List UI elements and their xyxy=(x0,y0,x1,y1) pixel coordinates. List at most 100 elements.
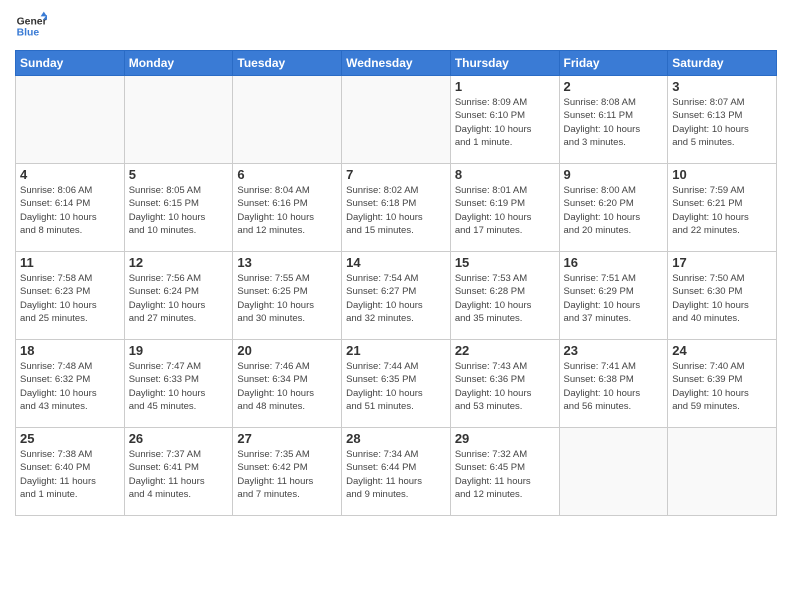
logo: General Blue xyxy=(15,10,47,42)
day-info: Sunrise: 7:56 AM Sunset: 6:24 PM Dayligh… xyxy=(129,272,229,325)
weekday-header-sunday: Sunday xyxy=(16,51,125,76)
day-number: 24 xyxy=(672,343,772,358)
calendar-cell: 19 Sunrise: 7:47 AM Sunset: 6:33 PM Dayli… xyxy=(124,340,233,428)
day-number: 16 xyxy=(564,255,664,270)
calendar-cell: 22 Sunrise: 7:43 AM Sunset: 6:36 PM Dayli… xyxy=(450,340,559,428)
calendar-cell: 23Sunrise: 7:41 AM Sunset: 6:38 PM Dayli… xyxy=(559,340,668,428)
week-row-3: 18Sunrise: 7:48 AM Sunset: 6:32 PM Dayli… xyxy=(16,340,777,428)
day-info: Sunrise: 7:54 AM Sunset: 6:27 PM Dayligh… xyxy=(346,272,446,325)
calendar-cell: 12 Sunrise: 7:56 AM Sunset: 6:24 PM Dayli… xyxy=(124,252,233,340)
calendar-cell: 15 Sunrise: 7:53 AM Sunset: 6:28 PM Dayli… xyxy=(450,252,559,340)
day-info: Sunrise: 7:51 AM Sunset: 6:29 PM Dayligh… xyxy=(564,272,664,325)
calendar-table: SundayMondayTuesdayWednesdayThursdayFrid… xyxy=(15,50,777,516)
day-number: 27 xyxy=(237,431,337,446)
calendar-cell: 11 Sunrise: 7:58 AM Sunset: 6:23 PM Dayli… xyxy=(16,252,125,340)
calendar-cell: 17 Sunrise: 7:50 AM Sunset: 6:30 PM Dayli… xyxy=(668,252,777,340)
day-info: Sunrise: 8:00 AM Sunset: 6:20 PM Dayligh… xyxy=(564,184,664,237)
day-number: 20 xyxy=(237,343,337,358)
calendar-cell: 20 Sunrise: 7:46 AM Sunset: 6:34 PM Dayli… xyxy=(233,340,342,428)
calendar-cell: 26 Sunrise: 7:37 AM Sunset: 6:41 PM Dayli… xyxy=(124,428,233,516)
day-info: Sunrise: 8:09 AM Sunset: 6:10 PM Dayligh… xyxy=(455,96,555,149)
day-number: 17 xyxy=(672,255,772,270)
day-info: Sunrise: 8:06 AM Sunset: 6:14 PM Dayligh… xyxy=(20,184,120,237)
calendar-cell xyxy=(16,76,125,164)
day-number: 1 xyxy=(455,79,555,94)
day-number: 29 xyxy=(455,431,555,446)
weekday-header-monday: Monday xyxy=(124,51,233,76)
day-number: 8 xyxy=(455,167,555,182)
day-number: 12 xyxy=(129,255,229,270)
day-info: Sunrise: 7:38 AM Sunset: 6:40 PM Dayligh… xyxy=(20,448,120,501)
calendar-cell: 8 Sunrise: 8:01 AM Sunset: 6:19 PM Daylig… xyxy=(450,164,559,252)
day-number: 9 xyxy=(564,167,664,182)
day-number: 26 xyxy=(129,431,229,446)
calendar-cell: 16 Sunrise: 7:51 AM Sunset: 6:29 PM Dayli… xyxy=(559,252,668,340)
calendar-cell: 24 Sunrise: 7:40 AM Sunset: 6:39 PM Dayli… xyxy=(668,340,777,428)
day-info: Sunrise: 7:50 AM Sunset: 6:30 PM Dayligh… xyxy=(672,272,772,325)
calendar-cell: 28Sunrise: 7:34 AM Sunset: 6:44 PM Dayli… xyxy=(342,428,451,516)
day-info: Sunrise: 7:47 AM Sunset: 6:33 PM Dayligh… xyxy=(129,360,229,413)
day-info: Sunrise: 8:04 AM Sunset: 6:16 PM Dayligh… xyxy=(237,184,337,237)
calendar-cell: 21Sunrise: 7:44 AM Sunset: 6:35 PM Dayli… xyxy=(342,340,451,428)
day-number: 11 xyxy=(20,255,120,270)
week-row-4: 25 Sunrise: 7:38 AM Sunset: 6:40 PM Dayli… xyxy=(16,428,777,516)
day-info: Sunrise: 8:05 AM Sunset: 6:15 PM Dayligh… xyxy=(129,184,229,237)
day-number: 19 xyxy=(129,343,229,358)
day-info: Sunrise: 7:43 AM Sunset: 6:36 PM Dayligh… xyxy=(455,360,555,413)
day-info: Sunrise: 7:40 AM Sunset: 6:39 PM Dayligh… xyxy=(672,360,772,413)
logo-icon: General Blue xyxy=(15,10,47,42)
day-info: Sunrise: 7:58 AM Sunset: 6:23 PM Dayligh… xyxy=(20,272,120,325)
day-number: 22 xyxy=(455,343,555,358)
week-row-1: 4Sunrise: 8:06 AM Sunset: 6:14 PM Daylig… xyxy=(16,164,777,252)
calendar-cell: 29Sunrise: 7:32 AM Sunset: 6:45 PM Dayli… xyxy=(450,428,559,516)
day-info: Sunrise: 8:07 AM Sunset: 6:13 PM Dayligh… xyxy=(672,96,772,149)
calendar-cell: 5 Sunrise: 8:05 AM Sunset: 6:15 PM Daylig… xyxy=(124,164,233,252)
weekday-header-row: SundayMondayTuesdayWednesdayThursdayFrid… xyxy=(16,51,777,76)
day-info: Sunrise: 7:35 AM Sunset: 6:42 PM Dayligh… xyxy=(237,448,337,501)
day-number: 15 xyxy=(455,255,555,270)
calendar-cell xyxy=(559,428,668,516)
day-info: Sunrise: 7:59 AM Sunset: 6:21 PM Dayligh… xyxy=(672,184,772,237)
calendar-cell: 27 Sunrise: 7:35 AM Sunset: 6:42 PM Dayli… xyxy=(233,428,342,516)
day-number: 23 xyxy=(564,343,664,358)
weekday-header-thursday: Thursday xyxy=(450,51,559,76)
week-row-2: 11 Sunrise: 7:58 AM Sunset: 6:23 PM Dayli… xyxy=(16,252,777,340)
page: General Blue SundayMondayTuesdayWednesda… xyxy=(0,0,792,612)
day-info: Sunrise: 7:46 AM Sunset: 6:34 PM Dayligh… xyxy=(237,360,337,413)
day-number: 2 xyxy=(564,79,664,94)
calendar-cell xyxy=(342,76,451,164)
day-info: Sunrise: 8:01 AM Sunset: 6:19 PM Dayligh… xyxy=(455,184,555,237)
day-number: 5 xyxy=(129,167,229,182)
calendar-cell: 25 Sunrise: 7:38 AM Sunset: 6:40 PM Dayli… xyxy=(16,428,125,516)
weekday-header-wednesday: Wednesday xyxy=(342,51,451,76)
day-number: 13 xyxy=(237,255,337,270)
calendar-cell: 3Sunrise: 8:07 AM Sunset: 6:13 PM Daylig… xyxy=(668,76,777,164)
header: General Blue xyxy=(15,10,777,42)
weekday-header-tuesday: Tuesday xyxy=(233,51,342,76)
day-info: Sunrise: 8:08 AM Sunset: 6:11 PM Dayligh… xyxy=(564,96,664,149)
calendar-cell: 14 Sunrise: 7:54 AM Sunset: 6:27 PM Dayli… xyxy=(342,252,451,340)
day-number: 25 xyxy=(20,431,120,446)
calendar-cell xyxy=(668,428,777,516)
calendar-cell: 7Sunrise: 8:02 AM Sunset: 6:18 PM Daylig… xyxy=(342,164,451,252)
calendar-cell: 4Sunrise: 8:06 AM Sunset: 6:14 PM Daylig… xyxy=(16,164,125,252)
svg-text:Blue: Blue xyxy=(17,28,40,39)
week-row-0: 1 Sunrise: 8:09 AM Sunset: 6:10 PM Daylig… xyxy=(16,76,777,164)
calendar-cell: 6Sunrise: 8:04 AM Sunset: 6:16 PM Daylig… xyxy=(233,164,342,252)
day-info: Sunrise: 7:34 AM Sunset: 6:44 PM Dayligh… xyxy=(346,448,446,501)
day-number: 7 xyxy=(346,167,446,182)
day-number: 14 xyxy=(346,255,446,270)
day-info: Sunrise: 7:55 AM Sunset: 6:25 PM Dayligh… xyxy=(237,272,337,325)
calendar-cell: 1 Sunrise: 8:09 AM Sunset: 6:10 PM Daylig… xyxy=(450,76,559,164)
day-info: Sunrise: 7:53 AM Sunset: 6:28 PM Dayligh… xyxy=(455,272,555,325)
calendar-cell xyxy=(233,76,342,164)
calendar-cell: 18Sunrise: 7:48 AM Sunset: 6:32 PM Dayli… xyxy=(16,340,125,428)
calendar-cell xyxy=(124,76,233,164)
svg-text:General: General xyxy=(17,16,47,27)
day-info: Sunrise: 7:48 AM Sunset: 6:32 PM Dayligh… xyxy=(20,360,120,413)
calendar-cell: 2 Sunrise: 8:08 AM Sunset: 6:11 PM Daylig… xyxy=(559,76,668,164)
calendar-cell: 13 Sunrise: 7:55 AM Sunset: 6:25 PM Dayli… xyxy=(233,252,342,340)
day-info: Sunrise: 7:37 AM Sunset: 6:41 PM Dayligh… xyxy=(129,448,229,501)
weekday-header-saturday: Saturday xyxy=(668,51,777,76)
day-number: 10 xyxy=(672,167,772,182)
